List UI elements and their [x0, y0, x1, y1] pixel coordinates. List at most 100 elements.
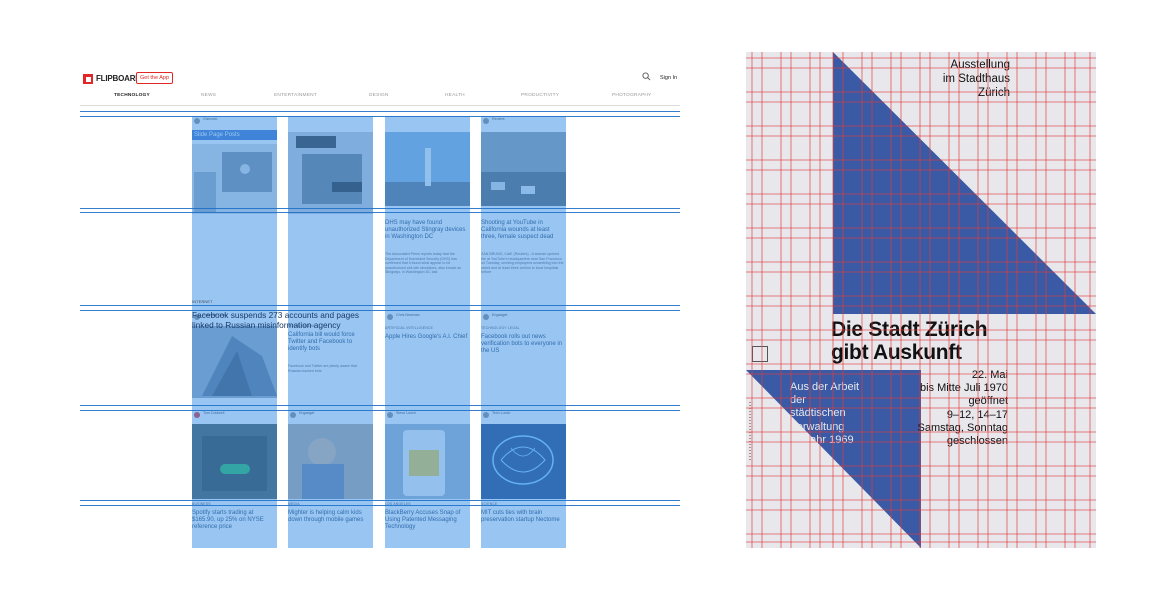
card-header: Reuters: [481, 116, 566, 128]
article-tag: INTERNET: [192, 300, 213, 304]
subtitle-line: Verwaltung: [790, 420, 845, 433]
article-title[interactable]: Shooting at YouTube in California wounds…: [481, 220, 565, 241]
exhibition-line: im Stadthaus: [942, 73, 1010, 85]
avatar: [483, 314, 489, 320]
tab-photography[interactable]: PHOTOGRAPHY: [612, 93, 651, 98]
flipboard-logo-icon[interactable]: [83, 74, 93, 84]
grid-guide-line: [80, 505, 680, 506]
exhibition-line: Ausstellung: [950, 59, 1010, 71]
source-name: Engadget: [299, 411, 315, 415]
subtitle-line: Aus der Arbeit: [790, 381, 860, 393]
date-line: bis Mitte Juli 1970: [919, 382, 1008, 395]
headline-line: gibt Auskunft: [831, 341, 962, 364]
featured-article-title[interactable]: Facebook suspends 273 accounts and pages…: [192, 310, 372, 330]
headline-line: Die Stadt Zürich: [831, 318, 988, 341]
card-header: Engadget: [288, 410, 373, 422]
grid-guide-line: [80, 410, 680, 411]
grid-guide-line: [80, 212, 680, 213]
card-header: Gizmodo: [192, 116, 277, 128]
poster-shapes: [746, 52, 1096, 548]
article-image[interactable]: [481, 132, 566, 206]
article-title[interactable]: DHS may have found unauthorized Stingray…: [385, 220, 469, 241]
date-line: 22. Mai: [971, 369, 1008, 381]
exhibition-line: Zürich: [978, 87, 1010, 99]
article-image[interactable]: [288, 132, 373, 214]
article-title[interactable]: BlackBerry Accuses Snap of Using Patente…: [385, 510, 469, 531]
article-title[interactable]: California bill would force Twitter and …: [288, 332, 372, 353]
date-line: Samstag, Sonntag: [917, 421, 1008, 434]
article-tag: ARTIFICIAL INTELLIGENCE: [385, 326, 434, 330]
article-snippet: The Associated Press reports today that …: [385, 252, 462, 274]
article-image[interactable]: [481, 424, 566, 499]
nav-divider: [80, 105, 680, 106]
poster-subtitle: Aus der Arbeit der städtischen Verwaltun…: [790, 381, 859, 447]
sign-in-link[interactable]: Sign In: [660, 75, 677, 81]
tab-news[interactable]: NEWS: [201, 93, 216, 98]
card-header: Engadget: [481, 312, 566, 324]
vertical-imprint: [749, 402, 751, 462]
tab-entertainment[interactable]: ENTERTAINMENT: [274, 93, 317, 98]
get-app-button[interactable]: Get the App: [136, 72, 174, 84]
grid-guide-line: [80, 208, 680, 209]
poster-headline: Die Stadt Zürich gibt Auskunft: [831, 318, 988, 364]
subtitle-line: der: [790, 394, 806, 407]
card-header: Chris Newman: [385, 312, 470, 324]
article-title[interactable]: Apple Hires Google's A.I. Chief: [385, 334, 469, 341]
avatar: [483, 412, 489, 418]
grid-guide-line: [80, 310, 680, 311]
source-name: Reuters: [492, 117, 505, 121]
source-name: Chris Newman: [396, 313, 420, 317]
source-name: Tech Lunch: [492, 411, 511, 415]
article-tag: TECHNOLOGY LEGAL: [481, 326, 520, 330]
subtitle-line: im Jahr 1969: [790, 433, 854, 446]
avatar: [483, 118, 489, 124]
avatar: [194, 118, 200, 124]
tab-design[interactable]: DESIGN: [369, 93, 389, 98]
grid-guide-line: [80, 305, 680, 306]
article-image[interactable]: [192, 424, 277, 499]
avatar: [194, 412, 200, 418]
source-name: Tom Coldwell: [203, 411, 225, 415]
zurich-seal-icon: [752, 346, 768, 362]
article-snippet: SAN BRUNO, Calif. (Reuters) - A woman op…: [481, 252, 564, 274]
article-image[interactable]: [385, 424, 470, 499]
source-name: Steve Losch: [396, 411, 416, 415]
grid-guide-line: [80, 116, 680, 117]
flipboard-logo[interactable]: FLIPBOARD: [96, 74, 141, 83]
avatar: [290, 412, 296, 418]
source-name: Engadget: [492, 313, 508, 317]
feed-column-4: Reuters Shooting at YouTube in Californi…: [481, 116, 566, 548]
article-image[interactable]: [385, 132, 470, 206]
swiss-poster: Ausstellung im Stadthaus Zürich Die Stad…: [746, 52, 1096, 548]
feed-column-3: DHS may have found unauthorized Stingray…: [385, 116, 470, 548]
date-line: geschlossen: [946, 435, 1008, 448]
article-title[interactable]: Mighter is helping calm kids down throug…: [288, 510, 372, 524]
avatar: [387, 314, 393, 320]
article-image[interactable]: [288, 424, 373, 499]
article-snippet: Facebook and Twitter are plenty aware th…: [288, 364, 357, 373]
grid-guide-line: [80, 405, 680, 406]
card-banner: Slide Page Posts: [192, 130, 277, 140]
article-title[interactable]: Facebook rolls out news verification bot…: [481, 334, 565, 355]
article-image[interactable]: [192, 144, 277, 214]
card-header: Tom Coldwell: [192, 410, 277, 422]
tab-technology[interactable]: TECHNOLOGY: [114, 93, 150, 98]
flipboard-page: FLIPBOARD Get the App Sign In TECHNOLOGY…: [80, 60, 680, 552]
feed-column-1: Gizmodo Slide Page Posts Gizmodo Cam Tom…: [192, 116, 277, 548]
card-header: Tech Lunch: [481, 410, 566, 422]
tab-health[interactable]: HEALTH: [445, 93, 465, 98]
avatar: [387, 412, 393, 418]
grid-guide-line: [80, 111, 680, 112]
article-title[interactable]: Spotify starts trading at $165.90, up 25…: [192, 510, 276, 531]
grid-guide-line: [80, 500, 680, 501]
source-name: Gizmodo: [203, 117, 218, 121]
article-title[interactable]: MIT cuts ties with brain preservation st…: [481, 510, 565, 524]
article-image[interactable]: [192, 326, 277, 398]
feed-column-2: SOCIAL MEDIA California bill would force…: [288, 116, 373, 548]
tab-productivity[interactable]: PRODUCTIVITY: [521, 93, 559, 98]
poster-dates: 22. Mai bis Mitte Juli 1970 geöffnet 9–1…: [917, 369, 1008, 448]
article-snippet: [192, 218, 276, 223]
date-line: 9–12, 14–17: [946, 408, 1008, 421]
card-header: Steve Losch: [385, 410, 470, 422]
search-icon[interactable]: [642, 72, 651, 81]
